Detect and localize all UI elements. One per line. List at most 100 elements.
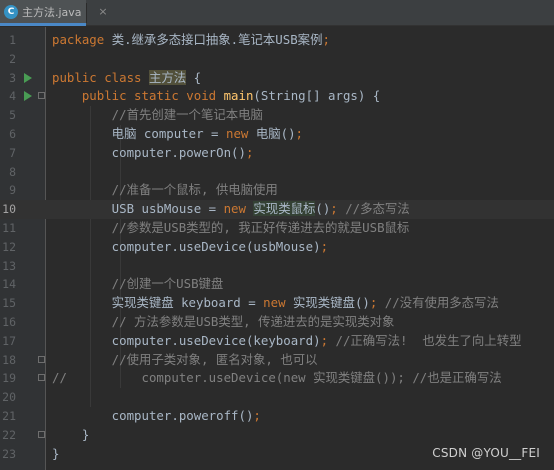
code-token: 类.继承多态接口抽象.笔记本USB案例 [111,32,323,47]
code-token: () [315,201,331,217]
code-token: //多态写法 [345,201,410,217]
code-token: 电脑() [255,126,296,141]
code-text: } [52,445,59,464]
code-token: } [52,426,90,442]
line-number: 17 [2,333,16,348]
code-line[interactable]: 10 USB usbMouse = new 实现类鼠标(); //多态写法 [0,200,554,219]
code-token: computer.useDevice(keyboard) [52,332,321,348]
code-token: { [186,69,202,85]
java-class-icon: C [4,4,18,19]
code-text: //使用子类对象, 匿名对象, 也可以 [52,351,318,370]
fold-icon[interactable] [38,92,45,100]
tab-label: 主方法.java [22,5,82,19]
code-text: public static void main(String[] args) { [52,87,380,106]
code-token: //参数是USB类型的, 我正好传递进去的就是USB鼠标 [52,220,410,235]
code-token: ; [320,238,329,254]
code-line[interactable]: 14 //创建一个USB键盘 [0,275,554,294]
code-token: USB usbMouse = [52,201,224,217]
close-icon[interactable]: × [96,4,110,18]
code-token: 电脑 computer = [52,126,226,141]
line-number: 8 [9,164,16,179]
code-text: computer.powerOn(); [52,144,254,163]
run-icon[interactable] [24,72,32,83]
code-editor[interactable]: 1 package 类.继承多态接口抽象.笔记本USB案例; 2 3 public cl… [0,27,554,470]
code-token: 实现类键盘() [293,295,370,311]
code-line[interactable]: 11 //参数是USB类型的, 我正好传递进去的就是USB鼠标 [0,219,554,238]
code-line[interactable]: 17 computer.useDevice(keyboard); //正确写法!… [0,332,554,351]
code-text: 电脑 computer = new 电脑(); [52,125,303,144]
code-text: //创建一个USB键盘 [52,275,224,294]
code-line[interactable]: 20 [0,388,554,407]
code-text: //参数是USB类型的, 我正好传递进去的就是USB鼠标 [52,219,410,238]
line-number: 3 [9,70,16,85]
line-number: 23 [2,446,16,461]
line-number: 19 [2,371,16,386]
code-text: USB usbMouse = new 实现类鼠标(); //多态写法 [52,200,410,219]
code-token: ; [320,332,336,348]
line-number: 1 [9,33,16,47]
code-token: //准备一个鼠标, 供电脑使用 [52,182,278,198]
code-token: computer.poweroff() [52,408,254,423]
code-text: } [52,426,89,445]
code-token: //没有使用多态写法 [384,295,499,311]
code-line[interactable]: 9 //准备一个鼠标, 供电脑使用 [0,181,554,200]
line-number: 6 [9,127,16,141]
fold-icon[interactable] [38,355,45,363]
editor-tab-bar: C 主方法.java × [0,0,554,26]
code-token: package [52,32,112,47]
code-text: //准备一个鼠标, 供电脑使用 [52,181,278,200]
run-icon[interactable] [24,91,32,102]
line-number: 21 [2,409,16,423]
code-line[interactable]: 19 // computer.useDevice(new 实现类键盘()); //… [0,369,554,388]
code-line[interactable]: 18 //使用子类对象, 匿名对象, 也可以 [0,351,554,370]
code-token: //创建一个USB键盘 [52,276,224,292]
fold-icon[interactable] [38,374,45,382]
code-text: computer.useDevice(usbMouse); [52,238,328,257]
code-text: package 类.继承多态接口抽象.笔记本USB案例; [52,31,330,50]
code-token: ; [369,295,385,311]
code-text: //首先创建一个笔记本电脑 [52,106,263,125]
line-number: 15 [2,296,16,311]
code-token: // 方法参数是USB类型, 传递进去的是实现类对象 [52,314,395,329]
code-text: 实现类键盘 keyboard = new 实现类键盘(); //没有使用多态写法 [52,294,499,313]
code-line[interactable]: 1 package 类.继承多态接口抽象.笔记本USB案例; [0,31,554,50]
code-line[interactable]: 15 实现类键盘 keyboard = new 实现类键盘(); //没有使用多… [0,294,554,313]
code-line[interactable]: 16 // 方法参数是USB类型, 传递进去的是实现类对象 [0,313,554,332]
code-text: computer.useDevice(keyboard); //正确写法! 也发… [52,332,522,351]
code-token: ; [295,126,303,141]
code-token: public static void [52,88,224,104]
code-token: new [263,295,293,311]
code-token: new [225,126,256,141]
code-token: //使用子类对象, 匿名对象, 也可以 [52,351,318,367]
code-line[interactable]: 5 //首先创建一个笔记本电脑 [0,106,554,125]
code-line[interactable]: 3 public class 主方法 { [0,69,554,88]
line-number: 16 [2,315,16,329]
code-token: (String[] args) { [253,88,381,104]
line-number: 10 [2,202,16,217]
code-line[interactable]: 21 computer.poweroff(); [0,407,554,426]
code-line[interactable]: 4 public static void main(String[] args)… [0,87,554,106]
code-line[interactable]: 22 } [0,426,554,445]
code-token: //首先创建一个笔记本电脑 [52,107,263,123]
code-token: ; [253,408,261,423]
code-token: //正确写法! 也发生了向上转型 [335,332,522,348]
code-line[interactable]: 12 computer.useDevice(usbMouse); [0,238,554,257]
code-token: ; [245,144,254,160]
code-token: ; [330,201,346,217]
line-number: 5 [9,108,16,123]
code-line[interactable]: 13 [0,257,554,276]
code-token: } [52,445,60,461]
code-line[interactable]: 7 computer.powerOn(); [0,144,554,163]
line-number: 18 [2,352,16,367]
watermark: CSDN @YOU__FEI [432,446,540,460]
ide-window: C 主方法.java × 1 package 类.继承多态接口抽象.笔记本USB案… [0,0,554,470]
code-line[interactable]: 8 [0,163,554,182]
code-line[interactable]: 2 [0,50,554,69]
tab-main-java[interactable]: C 主方法.java [0,0,86,26]
code-token: public class [52,69,149,85]
fold-icon[interactable] [38,430,45,438]
code-token: 主方法 [148,69,187,85]
code-token: // computer.useDevice(new 实现类键盘()); //也是… [52,370,502,386]
code-line[interactable]: 6 电脑 computer = new 电脑(); [0,125,554,144]
code-token: main [223,88,254,104]
